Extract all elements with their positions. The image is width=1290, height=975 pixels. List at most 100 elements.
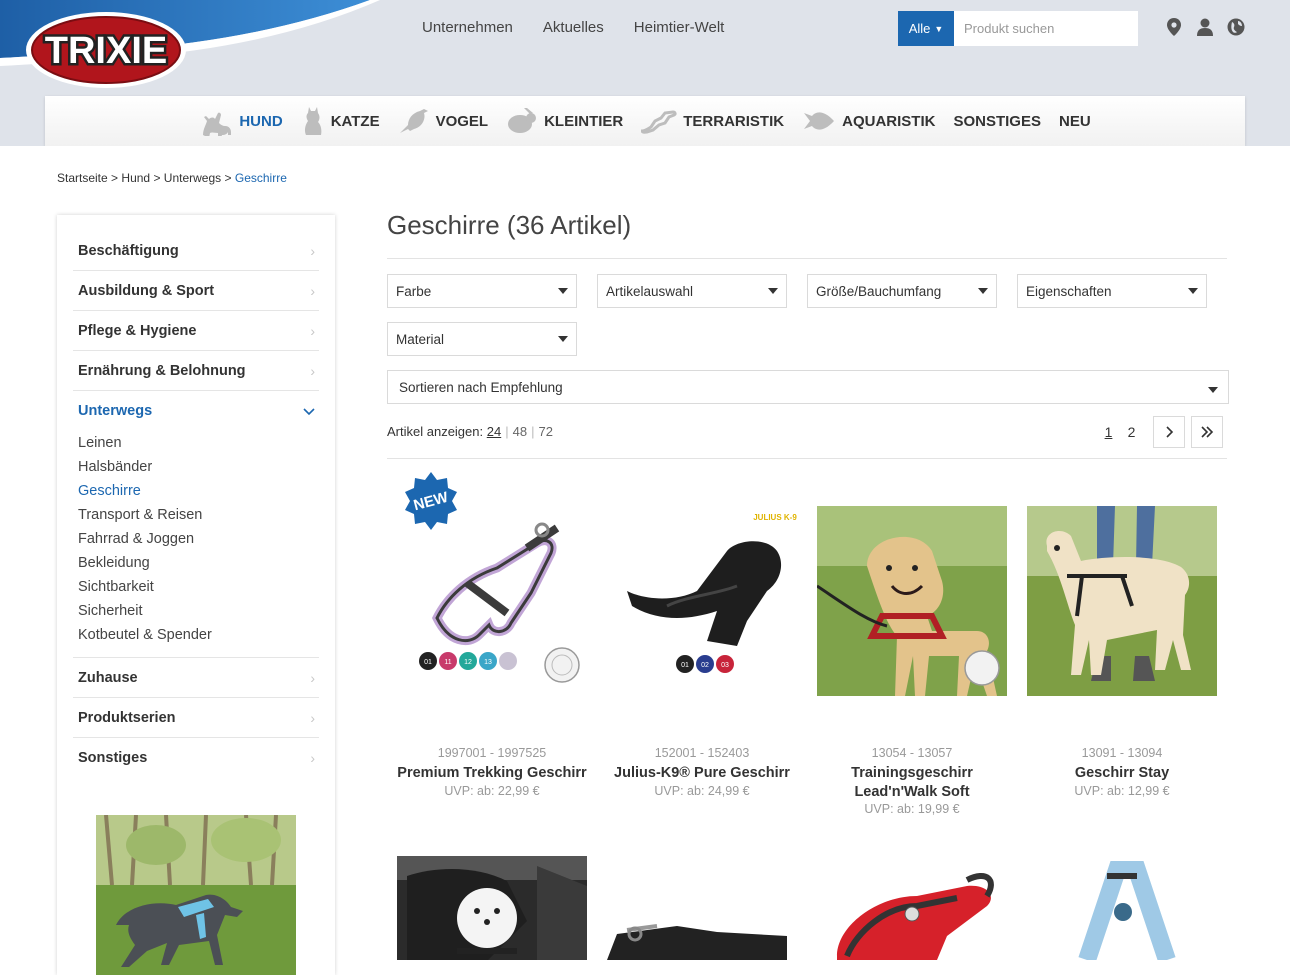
product-card[interactable]: 13054 - 13057 Trainingsgeschirr Lead'n'W… [812, 506, 1012, 816]
product-card[interactable]: NEW 01 11 12 13 1997001 - 1997525 Premiu… [392, 468, 592, 816]
page-link-1[interactable]: 1 [1097, 424, 1120, 440]
product-image[interactable] [817, 856, 1007, 960]
breadcrumb-link[interactable]: Hund [121, 171, 150, 185]
product-price: UVP: ab: 12,99 € [1074, 784, 1170, 798]
sidebar-sub-item-kotbeutel-spender[interactable]: Kotbeutel & Spender [78, 625, 319, 649]
search-input[interactable] [954, 11, 1138, 46]
sidebar-item-beschaeftigung[interactable]: Beschäftigung › [73, 231, 319, 271]
category-kleintier[interactable]: KLEINTIER [506, 108, 623, 134]
product-name[interactable]: Trainingsgeschirr Lead'n'Walk Soft [812, 764, 1012, 802]
category-sonstiges[interactable]: SONSTIGES [953, 113, 1041, 130]
sidebar-item-unterwegs[interactable]: Unterwegs [73, 391, 319, 431]
product-price: UVP: ab: 24,99 € [654, 784, 750, 798]
divider [387, 258, 1227, 259]
chevron-down-icon [303, 403, 319, 419]
caret-down-icon [1208, 387, 1218, 393]
sidebar-sub-item-sicherheit[interactable]: Sicherheit [78, 601, 319, 625]
sidebar-item-ausbildung-sport[interactable]: Ausbildung & Sport › [73, 271, 319, 311]
product-card[interactable] [1022, 856, 1222, 960]
category-hund[interactable]: HUND [199, 106, 283, 136]
product-name[interactable]: Premium Trekking Geschirr [392, 764, 592, 783]
filter-label: Eigenschaften [1026, 283, 1112, 299]
caret-down-icon [558, 336, 568, 342]
product-number: 13091 - 13094 [1081, 746, 1163, 760]
per-page-option-24[interactable]: 24 [487, 424, 501, 439]
nav-link-unternehmen[interactable]: Unternehmen [422, 19, 513, 36]
category-label: NEU [1058, 112, 1091, 130]
filter-eigenschaften-dropdown[interactable]: Eigenschaften [1017, 274, 1207, 308]
category-terraristik[interactable]: TERRARISTIK [641, 108, 784, 134]
per-page-option-48[interactable]: 48 [513, 424, 527, 439]
header-icons [1164, 17, 1246, 37]
user-icon[interactable] [1195, 17, 1215, 37]
per-page-option-72[interactable]: 72 [538, 424, 552, 439]
category-katze[interactable]: KATZE [301, 105, 380, 137]
svg-text:03: 03 [721, 662, 729, 669]
sidebar-sub-item-bekleidung[interactable]: Bekleidung [78, 553, 319, 577]
trixie-logo[interactable]: TRIXIE [22, 6, 190, 92]
sidebar-sub-list: Leinen Halsbänder Geschirre Transport & … [73, 431, 319, 658]
svg-text:11: 11 [444, 659, 451, 666]
product-card[interactable] [602, 856, 802, 960]
next-page-button[interactable] [1153, 416, 1185, 448]
product-image[interactable] [817, 506, 1007, 696]
sidebar-sub-item-leinen[interactable]: Leinen [78, 433, 319, 457]
sidebar-item-produktserien[interactable]: Produktserien › [73, 698, 319, 738]
category-neu[interactable]: NEU [1059, 113, 1091, 130]
product-image[interactable] [1027, 506, 1217, 696]
product-price: UVP: ab: 22,99 € [444, 784, 540, 798]
sidebar-item-sonstiges[interactable]: Sonstiges › [73, 738, 319, 778]
sidebar-item-zuhause[interactable]: Zuhause › [73, 658, 319, 698]
product-image[interactable] [1027, 856, 1217, 960]
filter-farbe-dropdown[interactable]: Farbe [387, 274, 577, 308]
filter-groesse-dropdown[interactable]: Größe/Bauchumfang [807, 274, 997, 308]
category-label: HUND [239, 112, 283, 130]
product-image[interactable] [397, 856, 587, 960]
certificate-seal-icon [964, 650, 1000, 686]
product-number: 152001 - 152403 [654, 746, 750, 760]
dog-icon [199, 106, 233, 136]
breadcrumb-link[interactable]: Unterwegs [164, 171, 221, 185]
location-pin-icon[interactable] [1164, 17, 1184, 37]
category-label: SONSTIGES [953, 112, 1041, 130]
sidebar-item-pflege-hygiene[interactable]: Pflege & Hygiene › [73, 311, 319, 351]
product-number: 1997001 - 1997525 [437, 746, 547, 760]
product-name[interactable]: Julius-K9® Pure Geschirr [602, 764, 802, 783]
sidebar-sub-item-sichtbarkeit[interactable]: Sichtbarkeit [78, 577, 319, 601]
fish-icon [802, 109, 836, 133]
rabbit-icon [506, 108, 538, 134]
category-aquaristik[interactable]: AQUARISTIK [802, 109, 935, 133]
filter-artikelauswahl-dropdown[interactable]: Artikelauswahl [597, 274, 787, 308]
sidebar-promo-image[interactable] [96, 815, 296, 975]
items-per-page-label: Artikel anzeigen: [387, 424, 484, 439]
category-label: TERRARISTIK [683, 112, 785, 130]
sidebar-sub-item-fahrrad-joggen[interactable]: Fahrrad & Joggen [78, 529, 319, 553]
items-per-page: Artikel anzeigen: 24 | 48 | 72 [387, 424, 553, 439]
sidebar-sub-item-geschirre[interactable]: Geschirre [78, 481, 319, 505]
filter-material-dropdown[interactable]: Material [387, 322, 577, 356]
sidebar-sub-item-halsbaender[interactable]: Halsbänder [78, 457, 319, 481]
product-card[interactable]: 13091 - 13094 Geschirr Stay UVP: ab: 12,… [1022, 506, 1222, 816]
nav-link-aktuelles[interactable]: Aktuelles [543, 19, 604, 36]
last-page-button[interactable] [1191, 416, 1223, 448]
product-image[interactable] [607, 856, 797, 960]
sidebar-item-ernaehrung-belohnung[interactable]: Ernährung & Belohnung › [73, 351, 319, 391]
breadcrumb-link[interactable]: Startseite [57, 171, 108, 185]
globe-icon[interactable] [1226, 17, 1246, 37]
product-name[interactable]: Geschirr Stay [1022, 764, 1222, 783]
category-sidebar: Beschäftigung › Ausbildung & Sport › Pfl… [57, 215, 335, 975]
product-card[interactable]: JULIUS K-9 01 02 03 152001 - 152403 Juli… [602, 506, 802, 816]
product-card[interactable] [392, 856, 592, 960]
category-vogel[interactable]: VOGEL [398, 107, 488, 135]
product-image[interactable]: NEW 01 11 12 13 [397, 468, 587, 696]
product-card[interactable] [812, 856, 1012, 960]
sidebar-item-label: Ausbildung & Sport [78, 282, 215, 299]
sort-dropdown[interactable]: Sortieren nach Empfehlung [387, 370, 1229, 404]
product-image[interactable]: JULIUS K-9 01 02 03 [607, 506, 797, 696]
page-link-2[interactable]: 2 [1120, 424, 1143, 440]
search-scope-dropdown[interactable]: Alle ▼ [898, 11, 954, 46]
caret-down-icon [978, 288, 988, 294]
sidebar-item-label: Pflege & Hygiene [78, 322, 197, 339]
nav-link-heimtier-welt[interactable]: Heimtier-Welt [634, 19, 725, 36]
sidebar-sub-item-transport-reisen[interactable]: Transport & Reisen [78, 505, 319, 529]
